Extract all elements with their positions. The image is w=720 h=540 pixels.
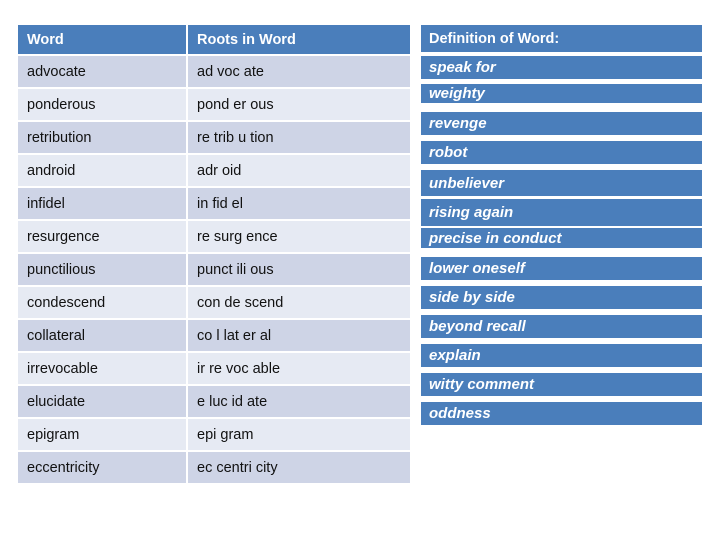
definition-row: witty comment <box>421 373 702 402</box>
definition-header-row: Definition of Word: <box>421 25 702 56</box>
definition-row: side by side <box>421 286 702 315</box>
table-row: resurgencere surg ence <box>18 221 410 254</box>
cell-word: irrevocable <box>18 353 188 386</box>
definition-row: revenge <box>421 112 702 141</box>
cell-definition: beyond recall <box>421 315 702 344</box>
slide-root: { "table": { "headers": { "word": "Word"… <box>0 0 720 540</box>
cell-definition: witty comment <box>421 373 702 402</box>
definition-row: explain <box>421 344 702 373</box>
definition-table-head: Definition of Word: <box>421 25 702 56</box>
cell-roots: re trib u tion <box>188 122 410 155</box>
cell-roots: adr oid <box>188 155 410 188</box>
table-header-row: Word Roots in Word <box>18 25 410 56</box>
cell-definition: weighty <box>421 84 702 112</box>
cell-roots: e luc id ate <box>188 386 410 419</box>
table-row: eccentricityec centri city <box>18 452 410 485</box>
cell-definition: rising again <box>421 199 702 228</box>
cell-roots: re surg ence <box>188 221 410 254</box>
cell-roots: punct ili ous <box>188 254 410 287</box>
cell-definition: precise in conduct <box>421 228 702 257</box>
definition-row: oddness <box>421 402 702 431</box>
definition-row: rising again <box>421 199 702 228</box>
column-header-definition: Definition of Word: <box>421 25 702 56</box>
cell-word: ponderous <box>18 89 188 122</box>
cell-word: retribution <box>18 122 188 155</box>
cell-word: resurgence <box>18 221 188 254</box>
table-row: retributionre trib u tion <box>18 122 410 155</box>
table-row: androidadr oid <box>18 155 410 188</box>
cell-word: advocate <box>18 56 188 89</box>
definition-row: lower oneself <box>421 257 702 286</box>
cell-definition: unbeliever <box>421 170 702 199</box>
word-roots-table-head: Word Roots in Word <box>18 25 410 56</box>
definition-row: precise in conduct <box>421 228 702 257</box>
cell-word: infidel <box>18 188 188 221</box>
cell-roots: ir re voc able <box>188 353 410 386</box>
cell-definition: oddness <box>421 402 702 431</box>
cell-word: android <box>18 155 188 188</box>
cell-word: epigram <box>18 419 188 452</box>
cell-roots: in fid el <box>188 188 410 221</box>
cell-definition: revenge <box>421 112 702 141</box>
table-row: advocatead voc ate <box>18 56 410 89</box>
definition-row: beyond recall <box>421 315 702 344</box>
cell-roots: ec centri city <box>188 452 410 485</box>
cell-word: condescend <box>18 287 188 320</box>
cell-definition: robot <box>421 141 702 170</box>
table-row: elucidatee luc id ate <box>18 386 410 419</box>
definition-row: unbeliever <box>421 170 702 199</box>
table-row: ponderouspond er ous <box>18 89 410 122</box>
definition-row: speak for <box>421 56 702 84</box>
cell-roots: con de scend <box>188 287 410 320</box>
word-roots-table-body: advocatead voc ateponderouspond er ousre… <box>18 56 410 485</box>
cell-definition: side by side <box>421 286 702 315</box>
table-row: epigramepi gram <box>18 419 410 452</box>
cell-word: elucidate <box>18 386 188 419</box>
definition-table: Definition of Word: speak forweightyreve… <box>421 25 702 431</box>
cell-word: eccentricity <box>18 452 188 485</box>
cell-roots: pond er ous <box>188 89 410 122</box>
table-row: condescendcon de scend <box>18 287 410 320</box>
definition-table-body: speak forweightyrevengerobotunbelieverri… <box>421 56 702 431</box>
table-row: collateralco l lat er al <box>18 320 410 353</box>
cell-definition: speak for <box>421 56 702 84</box>
column-header-roots: Roots in Word <box>188 25 410 56</box>
word-roots-table: Word Roots in Word advocatead voc atepon… <box>18 25 410 485</box>
cell-word: collateral <box>18 320 188 353</box>
table-row: punctiliouspunct ili ous <box>18 254 410 287</box>
cell-roots: ad voc ate <box>188 56 410 89</box>
column-header-word: Word <box>18 25 188 56</box>
definition-row: weighty <box>421 84 702 112</box>
cell-definition: lower oneself <box>421 257 702 286</box>
cell-word: punctilious <box>18 254 188 287</box>
definition-row: robot <box>421 141 702 170</box>
table-row: infidelin fid el <box>18 188 410 221</box>
cell-roots: co l lat er al <box>188 320 410 353</box>
table-row: irrevocableir re voc able <box>18 353 410 386</box>
cell-definition: explain <box>421 344 702 373</box>
cell-roots: epi gram <box>188 419 410 452</box>
